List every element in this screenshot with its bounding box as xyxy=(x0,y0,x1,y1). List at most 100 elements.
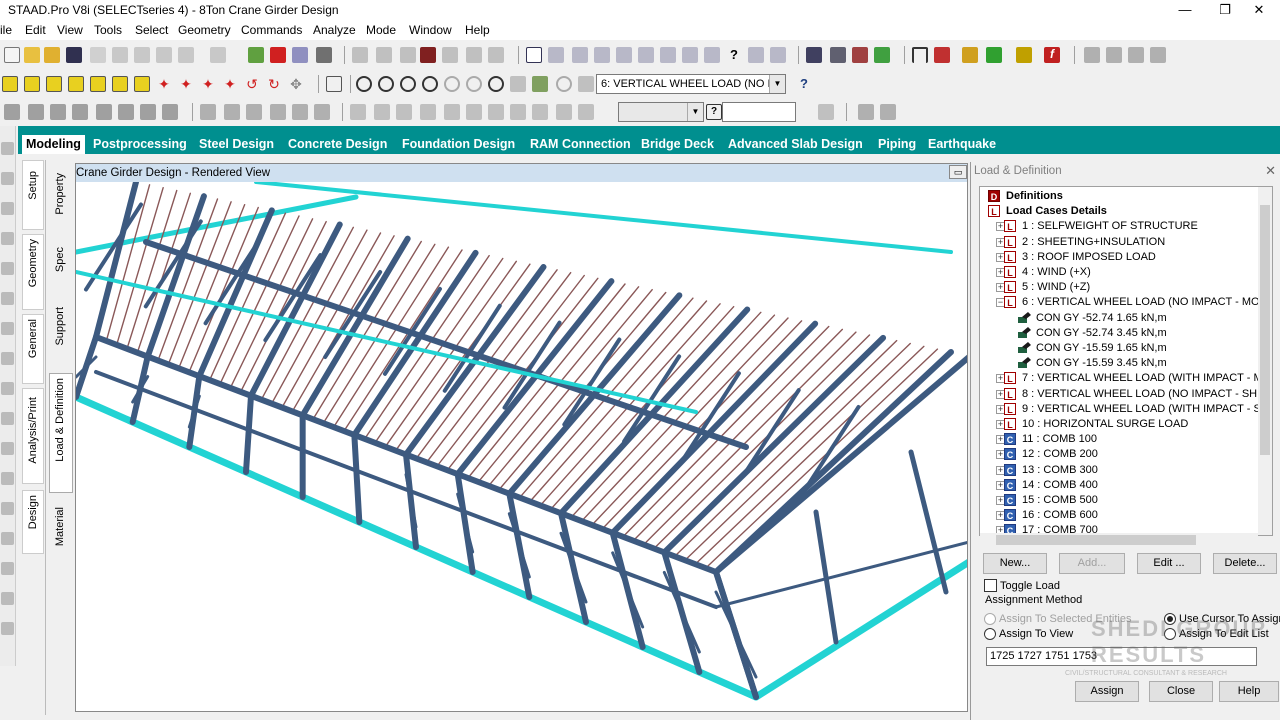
viewport-restore-button[interactable]: ▭ xyxy=(949,165,967,179)
open-folder-icon[interactable] xyxy=(24,47,40,63)
tool-4-icon[interactable] xyxy=(1,232,14,245)
tree-item[interactable]: 4 : WIND (+X) xyxy=(1022,265,1091,280)
tree-item[interactable]: 1 : SELFWEIGHT OF STRUCTURE xyxy=(1022,219,1198,234)
view-manage-icon[interactable] xyxy=(1150,47,1166,63)
open-recent-icon[interactable] xyxy=(44,47,60,63)
tree-item[interactable]: 7 : VERTICAL WHEEL LOAD (WITH IMPACT - M… xyxy=(1022,371,1271,386)
plate-cursor-icon[interactable] xyxy=(72,104,88,120)
display-icon[interactable] xyxy=(326,76,342,92)
connect-icon[interactable] xyxy=(488,104,504,120)
tab-steel-design[interactable]: Steel Design xyxy=(195,135,278,154)
tree-item[interactable]: 3 : ROOF IMPOSED LOAD xyxy=(1022,250,1156,265)
menu-commands[interactable]: Commands xyxy=(241,23,302,37)
chevron-down-icon[interactable]: ▼ xyxy=(769,75,785,93)
save-icon[interactable] xyxy=(66,47,82,63)
dimension-beam-icon[interactable] xyxy=(572,47,588,63)
tab-modeling[interactable]: Modeling xyxy=(22,135,85,154)
zoom-previous-icon[interactable] xyxy=(444,76,460,92)
down-arrow-icon[interactable] xyxy=(818,104,834,120)
assign-button[interactable]: Assign xyxy=(1075,681,1139,702)
tree-item[interactable]: CON GY -15.59 3.45 kN,m xyxy=(1036,356,1167,371)
tool-1-icon[interactable] xyxy=(1,142,14,155)
model-icon[interactable] xyxy=(852,47,868,63)
rotate-left-icon[interactable]: ✦ xyxy=(200,76,216,92)
solid-cursor-icon[interactable] xyxy=(118,104,134,120)
tab-postprocessing[interactable]: Postprocessing xyxy=(89,135,191,154)
tree-item[interactable]: 16 : COMB 600 xyxy=(1022,508,1098,523)
side-tab-material[interactable]: Material xyxy=(51,503,71,563)
tool-15-icon[interactable] xyxy=(1,562,14,575)
delete-icon[interactable] xyxy=(156,47,172,63)
stretch-icon[interactable] xyxy=(466,104,482,120)
dimension-icon[interactable] xyxy=(548,47,564,63)
tab-piping[interactable]: Piping xyxy=(874,135,920,154)
graphics-icon[interactable] xyxy=(880,104,896,120)
tree-hscroll-thumb[interactable] xyxy=(996,535,1196,545)
dimension-node-icon[interactable] xyxy=(594,47,610,63)
menu-mode[interactable]: Mode xyxy=(366,23,396,37)
tab-concrete-design[interactable]: Concrete Design xyxy=(284,135,391,154)
zoom-all-icon[interactable] xyxy=(488,76,504,92)
use-cursor-radio[interactable] xyxy=(1164,613,1176,625)
tree-item[interactable]: Definitions xyxy=(1006,189,1063,204)
side-tab-property[interactable]: Property xyxy=(51,169,71,237)
magnet-icon[interactable] xyxy=(912,47,928,63)
side-tab-spec[interactable]: Spec xyxy=(51,243,71,293)
add-surface-icon[interactable] xyxy=(270,104,286,120)
tab-bridge-deck[interactable]: Bridge Deck xyxy=(637,135,718,154)
load-case-combo[interactable]: 6: VERTICAL WHEEL LOAD (NO IM ▼ xyxy=(596,74,786,94)
close-window-button[interactable]: ✕ xyxy=(1236,0,1280,20)
side-tab-geometry[interactable]: Geometry xyxy=(22,234,44,310)
new-view-icon[interactable] xyxy=(510,76,526,92)
print-preview-icon[interactable] xyxy=(442,47,458,63)
settings-icon[interactable] xyxy=(316,47,332,63)
plot-icon[interactable] xyxy=(466,47,482,63)
pan-icon[interactable]: ✥ xyxy=(288,76,304,92)
tree-item[interactable]: 12 : COMB 200 xyxy=(1022,447,1098,462)
circular-repeat-icon[interactable] xyxy=(374,104,390,120)
side-tab-analysis-print[interactable]: Analysis/Print xyxy=(22,388,44,484)
view-front-icon[interactable] xyxy=(2,76,18,92)
function-icon[interactable]: f xyxy=(1044,47,1060,63)
menu-file[interactable]: ile xyxy=(0,23,12,37)
tree-item[interactable]: 6 : VERTICAL WHEEL LOAD (NO IMPACT - MOM… xyxy=(1022,295,1272,310)
pointer-help-icon[interactable] xyxy=(748,47,764,63)
zoom-dynamic-icon[interactable] xyxy=(400,76,416,92)
structure-diagrams-icon[interactable] xyxy=(578,76,594,92)
menu-geometry[interactable]: Geometry xyxy=(178,23,231,37)
tree-item[interactable]: 5 : WIND (+Z) xyxy=(1022,280,1090,295)
side-tab-setup[interactable]: Setup xyxy=(22,160,44,230)
edit-button[interactable]: Edit ... xyxy=(1137,553,1201,574)
tab-advanced-slab-design[interactable]: Advanced Slab Design xyxy=(724,135,867,154)
new-file-icon[interactable] xyxy=(4,47,20,63)
annotation-icon[interactable] xyxy=(704,47,720,63)
tool-7-icon[interactable] xyxy=(1,322,14,335)
help-button[interactable]: Help xyxy=(1219,681,1279,702)
context-help-icon[interactable] xyxy=(770,47,786,63)
menu-analyze[interactable]: Analyze xyxy=(313,23,356,37)
tree-item[interactable]: 14 : COMB 400 xyxy=(1022,478,1098,493)
edit-list-input[interactable]: 1725 1727 1751 1753 xyxy=(986,647,1257,666)
tool-8-icon[interactable] xyxy=(1,352,14,365)
load-tree[interactable]: D Definitions L Load Cases Details + L 1 : SEL… xyxy=(979,186,1273,536)
window-icon[interactable] xyxy=(526,47,542,63)
beam-cursor-icon[interactable] xyxy=(50,104,66,120)
view-save-icon[interactable] xyxy=(1106,47,1122,63)
tree-item[interactable]: CON GY -52.74 1.65 kN,m xyxy=(1036,311,1167,326)
plugin-icon[interactable] xyxy=(1016,47,1032,63)
report-icon[interactable] xyxy=(352,47,368,63)
tool-13-icon[interactable] xyxy=(1,502,14,515)
surface-cursor-icon[interactable] xyxy=(96,104,112,120)
tree-item[interactable]: 9 : VERTICAL WHEEL LOAD (WITH IMPACT - S… xyxy=(1022,402,1269,417)
picture-icon[interactable] xyxy=(400,47,416,63)
run-analysis-icon[interactable] xyxy=(292,47,308,63)
tree-horizontal-scrollbar[interactable] xyxy=(980,533,1258,547)
help-icon[interactable]: ? xyxy=(796,76,812,92)
snap-node-icon[interactable] xyxy=(200,104,216,120)
undo-icon[interactable] xyxy=(178,47,194,63)
merge-icon[interactable] xyxy=(510,104,526,120)
export-icon[interactable] xyxy=(488,47,504,63)
zoom-in-icon[interactable] xyxy=(378,76,394,92)
view-icon[interactable] xyxy=(1084,47,1100,63)
side-tab-design[interactable]: Design xyxy=(22,490,44,554)
